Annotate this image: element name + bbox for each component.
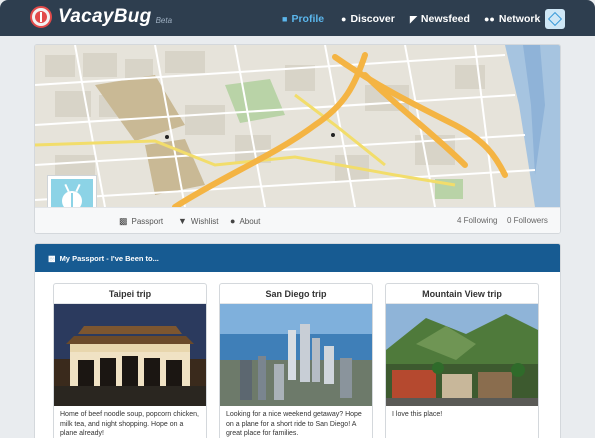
following-count[interactable]: 4 Following: [457, 216, 497, 225]
profile-card: ▩ Passport ▼ Wishlist ● About 4 Followin…: [34, 44, 561, 234]
tab-wishlist-label: Wishlist: [190, 216, 219, 226]
trip-description: Home of beef noodle soup, popcorn chicke…: [60, 411, 199, 437]
beta-badge: Beta: [155, 16, 173, 25]
brand-name: VacayBug: [58, 6, 152, 27]
ladybug-logo-icon: [30, 6, 52, 28]
trip-title: San Diego trip: [220, 284, 372, 304]
trip-card-san-diego[interactable]: San Diego trip Looking for a nice weeken…: [219, 283, 373, 438]
nav-profile-label: Profile: [291, 13, 325, 25]
map-marker-icon: ▼: [178, 216, 187, 226]
briefcase-icon: ▩: [119, 216, 128, 226]
tab-about[interactable]: ● About: [230, 216, 260, 226]
globe-icon: ●: [341, 13, 347, 24]
trip-photo: [54, 304, 206, 406]
trip-photo: [386, 304, 538, 406]
nav-newsfeed-label: Newsfeed: [420, 13, 470, 25]
nav-discover-label: Discover: [350, 13, 395, 25]
tab-passport[interactable]: ▩ Passport: [119, 216, 163, 227]
nav-discover[interactable]: ● Discover: [341, 12, 395, 26]
nav-profile[interactable]: ■ Profile: [282, 12, 324, 26]
passport-panel: ▩ My Passport - I've Been to... Taipei t…: [34, 243, 561, 438]
nav-network[interactable]: ●● Network: [484, 12, 540, 26]
user-icon: ■: [282, 13, 288, 24]
nav-newsfeed[interactable]: ◤ Newsfeed: [410, 12, 470, 26]
users-icon: ●●: [484, 13, 495, 24]
map-banner: [35, 45, 560, 207]
trip-description: I love this place!: [392, 411, 443, 418]
trip-title: Taipei trip: [54, 284, 206, 304]
navbar: VacayBug Beta ■ Profile ● Discover ◤ New…: [0, 0, 595, 36]
passport-header-label: My Passport - I've Been to...: [59, 253, 159, 263]
city-map: [35, 45, 560, 207]
info-icon: ●: [230, 216, 236, 226]
cube-icon[interactable]: [545, 9, 565, 29]
brand-logo[interactable]: VacayBug Beta: [30, 6, 172, 28]
trip-title: Mountain View trip: [386, 284, 538, 304]
trip-description: Looking for a nice weekend getaway? Hope…: [226, 411, 362, 437]
tab-about-label: About: [239, 216, 261, 226]
passport-header: ▩ My Passport - I've Been to...: [35, 244, 560, 272]
profile-tabs: ▩ Passport ▼ Wishlist ● About 4 Followin…: [35, 207, 560, 233]
nav-network-label: Network: [498, 13, 541, 25]
briefcase-icon: ▩: [48, 253, 56, 263]
tab-passport-label: Passport: [131, 217, 164, 226]
trip-photo: [220, 304, 372, 406]
followers-count[interactable]: 0 Followers: [507, 216, 548, 225]
trip-card-mountain-view[interactable]: Mountain View trip I love this place!: [385, 283, 539, 438]
trip-card-taipei[interactable]: Taipei trip Home of beef noodle soup, po…: [53, 283, 207, 438]
tab-wishlist[interactable]: ▼ Wishlist: [178, 216, 218, 226]
rss-icon: ◤: [410, 13, 417, 24]
